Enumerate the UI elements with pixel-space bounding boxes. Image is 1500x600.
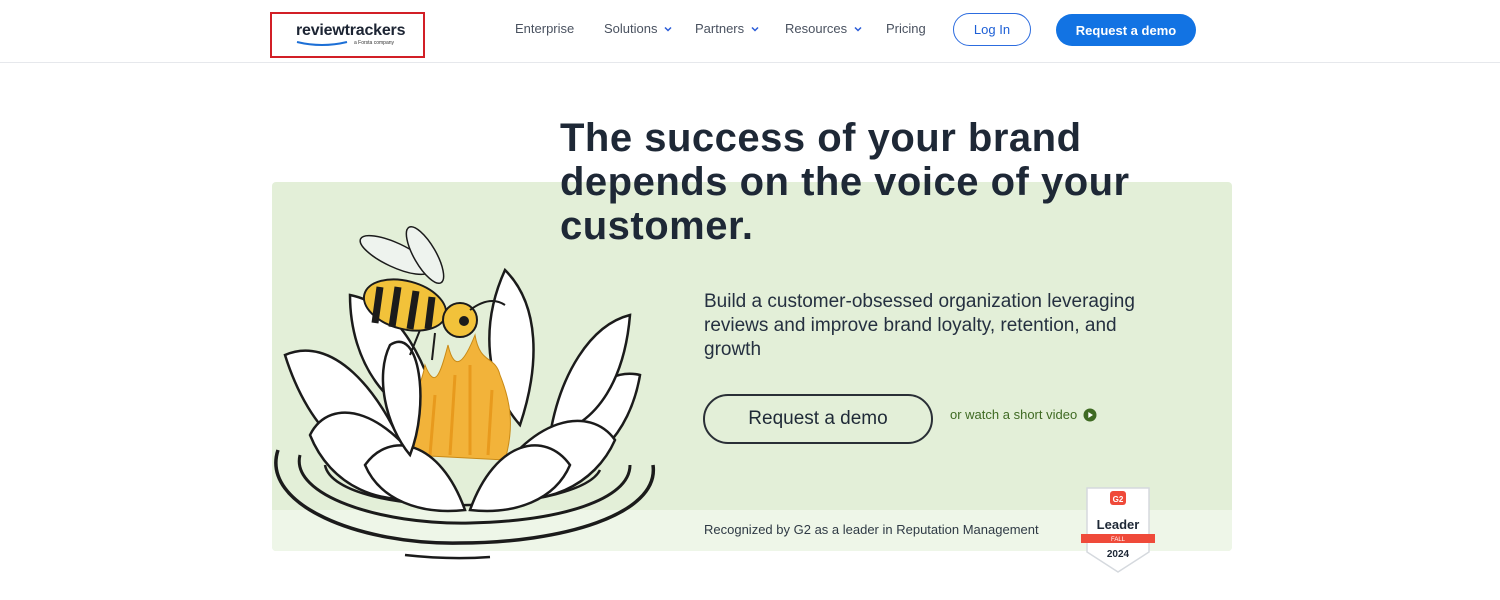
site-header: reviewtrackers a Forsta company Enterpri… bbox=[0, 0, 1500, 63]
chevron-down-icon bbox=[664, 26, 673, 32]
hero-headline: The success of your brand depends on the… bbox=[560, 116, 1130, 248]
play-circle-icon bbox=[1083, 408, 1097, 421]
nav-label: Enterprise bbox=[515, 21, 575, 36]
hero-subtext: Build a customer-obsessed organization l… bbox=[704, 291, 1135, 360]
nav-label: Partners bbox=[695, 21, 745, 36]
g2-brand: G2 bbox=[1113, 495, 1124, 504]
login-button[interactable]: Log In bbox=[953, 13, 1031, 46]
g2-badge: G2 Leader FALL 2024 bbox=[1081, 487, 1155, 573]
nav-label: Pricing bbox=[886, 21, 926, 36]
badge-year: 2024 bbox=[1107, 549, 1130, 560]
nav-partners[interactable]: Partners bbox=[695, 21, 760, 36]
chevron-down-icon bbox=[854, 26, 862, 32]
request-demo-button-header[interactable]: Request a demo bbox=[1056, 14, 1196, 46]
request-demo-button-hero[interactable]: Request a demo bbox=[703, 394, 933, 444]
badge-season: FALL bbox=[1111, 537, 1126, 543]
nav-resources[interactable]: Resources bbox=[785, 21, 863, 36]
watch-video-link[interactable]: or watch a short video bbox=[950, 407, 1097, 422]
badge-title: Leader bbox=[1097, 517, 1140, 532]
g2-recognition-text: Recognized by G2 as a leader in Reputati… bbox=[704, 522, 1039, 537]
chevron-down-icon bbox=[751, 26, 759, 32]
watch-video-label: or watch a short video bbox=[950, 407, 1078, 422]
nav-enterprise[interactable]: Enterprise bbox=[515, 21, 574, 36]
logo-subtitle: a Forsta company bbox=[354, 40, 395, 46]
bee-lotus-illustration bbox=[274, 225, 655, 560]
nav-label: Solutions bbox=[604, 21, 658, 36]
logo[interactable]: reviewtrackers a Forsta company bbox=[270, 12, 425, 58]
logo-wordmark: reviewtrackers bbox=[296, 22, 406, 39]
nav-solutions[interactable]: Solutions bbox=[604, 21, 673, 36]
logo-swoosh-icon bbox=[296, 41, 348, 46]
nav-label: Resources bbox=[785, 21, 848, 36]
nav-pricing[interactable]: Pricing bbox=[886, 21, 926, 36]
